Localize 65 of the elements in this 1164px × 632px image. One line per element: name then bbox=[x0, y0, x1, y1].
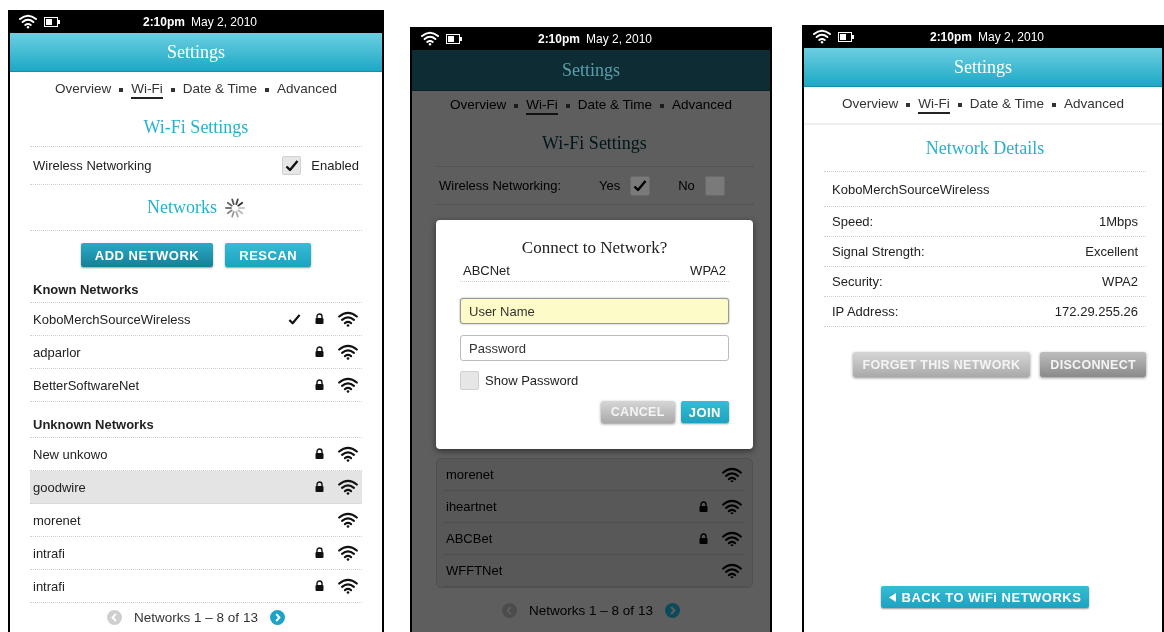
pager-label: Networks 1 – 8 of 13 bbox=[134, 610, 258, 625]
add-network-button[interactable]: ADD NETWORK bbox=[80, 243, 214, 267]
option-label: Yes bbox=[599, 178, 621, 193]
settings-tab[interactable]: Date & Time bbox=[969, 96, 1044, 114]
detail-value: Excellent bbox=[1085, 244, 1138, 259]
security-type: WPA2 bbox=[690, 263, 726, 278]
pager-label: Networks 1 – 8 of 13 bbox=[529, 602, 653, 618]
group-heading: Unknown Networks bbox=[33, 417, 154, 432]
network-row[interactable]: KoboMerchSourceWireless bbox=[30, 303, 362, 336]
network-row[interactable]: BetterSoftwareNet bbox=[30, 369, 362, 402]
screen-title: Settings bbox=[954, 56, 1012, 78]
detail-value: 1Mbps bbox=[1098, 214, 1138, 229]
settings-tab[interactable]: Wi-Fi bbox=[131, 81, 163, 99]
section-title: Network Details bbox=[925, 137, 1045, 159]
setting-label: Wireless Networking: bbox=[439, 178, 563, 193]
detail-value: WPA2 bbox=[1102, 274, 1138, 289]
network-row[interactable]: morenet bbox=[30, 504, 362, 537]
status-time: 2:10pm bbox=[537, 31, 580, 46]
detail-label: Security: bbox=[832, 274, 883, 289]
checkbox-label: Enabled bbox=[311, 158, 359, 173]
settings-tab[interactable]: Wi-Fi bbox=[918, 96, 950, 114]
status-time: 2:10pm bbox=[142, 14, 185, 29]
group-heading: Known Networks bbox=[33, 282, 139, 297]
network-name: ABCBet bbox=[446, 531, 494, 546]
detail-label: Speed: bbox=[832, 214, 874, 229]
screen-title: Settings bbox=[167, 41, 225, 63]
network-name: intrafi bbox=[33, 578, 66, 594]
network-row[interactable]: intrafi bbox=[30, 537, 362, 570]
settings-tab[interactable]: Advanced bbox=[277, 81, 338, 99]
detail-label: IP Address: bbox=[832, 304, 899, 319]
detail-value: 172.29.255.26 bbox=[1054, 304, 1138, 319]
status-time: 2:10pm bbox=[929, 29, 972, 44]
network-name: New unkowo bbox=[33, 446, 109, 462]
network-name: intrafi bbox=[33, 545, 66, 561]
network-row[interactable]: adparlor bbox=[30, 336, 362, 369]
password-field[interactable]: Password bbox=[460, 335, 729, 361]
network-name: KoboMerchSourceWireless bbox=[33, 311, 192, 327]
network-name: morenet bbox=[446, 467, 495, 482]
network-name: adparlor bbox=[33, 344, 82, 360]
settings-tab[interactable]: Advanced bbox=[1064, 96, 1125, 114]
network-name: BetterSoftwareNet bbox=[33, 377, 141, 393]
screen-title: Settings bbox=[562, 59, 620, 81]
network-name: WFFTNet bbox=[446, 563, 504, 578]
network-name: ABCNet bbox=[463, 263, 510, 278]
option-label: No bbox=[678, 178, 695, 193]
network-name: morenet bbox=[33, 512, 82, 528]
settings-tab[interactable]: Overview bbox=[54, 81, 112, 99]
network-name: KoboMerchSourceWireless bbox=[832, 181, 990, 197]
section-title: Wi-Fi Settings bbox=[542, 133, 647, 154]
checkbox-label: Show Password bbox=[485, 372, 579, 388]
setting-label: Wireless Networking bbox=[33, 158, 153, 173]
network-name: goodwire bbox=[33, 479, 87, 495]
section-title: Networks bbox=[147, 197, 217, 218]
detail-label: Signal Strength: bbox=[832, 244, 925, 259]
network-row[interactable]: intrafi bbox=[30, 570, 362, 603]
network-row[interactable]: goodwire bbox=[30, 471, 362, 504]
settings-tab[interactable]: Overview bbox=[841, 96, 899, 114]
network-name: iheartnet bbox=[446, 499, 498, 514]
settings-tab[interactable]: Date & Time bbox=[182, 81, 257, 99]
username-field[interactable]: User Name bbox=[460, 298, 729, 324]
status-date: May 2, 2010 bbox=[586, 31, 653, 46]
status-date: May 2, 2010 bbox=[978, 29, 1045, 44]
section-title: Wi-Fi Settings bbox=[143, 116, 249, 138]
status-date: May 2, 2010 bbox=[191, 14, 258, 29]
dialog-title: Connect to Network? bbox=[520, 238, 669, 259]
